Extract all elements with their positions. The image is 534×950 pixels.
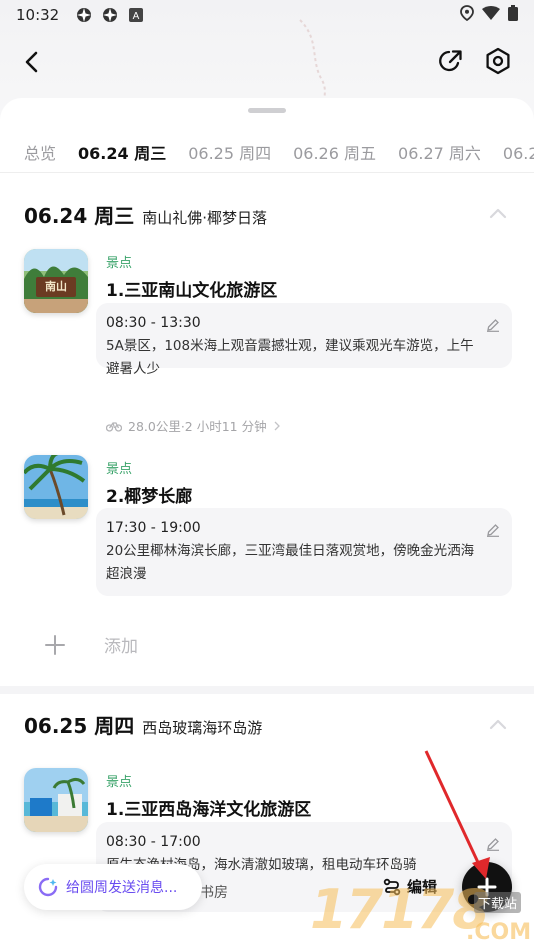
day-header: 06.25 周四 西岛玻璃海环岛游	[24, 710, 262, 740]
pencil-icon[interactable]	[486, 317, 500, 332]
pencil-icon[interactable]	[486, 836, 500, 851]
day-header: 06.24 周三 南山礼佛·椰梦日落	[24, 200, 267, 230]
poi-thumbnail[interactable]: 南山	[24, 249, 88, 313]
poi-time: 08:30 - 17:00	[106, 834, 201, 850]
poi-title[interactable]: 1.三亚南山文化旅游区	[106, 276, 277, 301]
day-theme: 西岛玻璃海环岛游	[142, 719, 263, 737]
day-date: 06.24 周三	[24, 204, 135, 228]
tab-overview[interactable]: 总览	[24, 140, 56, 172]
tab-day-0627[interactable]: 06.27 周六	[398, 140, 481, 172]
edit-button-label: 编辑	[407, 878, 438, 896]
route-text: 28.0公里·2 小时11 分钟	[128, 419, 267, 434]
tab-day-0625[interactable]: 06.25 周四	[188, 140, 271, 172]
obscured-text-fragment: 书房	[200, 885, 228, 901]
route-edit-icon	[383, 878, 401, 895]
share-out-icon	[439, 50, 462, 72]
status-time: 10:32	[16, 6, 60, 24]
poi-description: 20公里椰林海滨长廊，三亚湾最佳日落观赏地，傍晚金光洒海超浪漫	[106, 543, 475, 582]
pinwheel-icon	[75, 6, 93, 24]
poi-time: 08:30 - 13:30	[106, 315, 201, 331]
poi-detail-card[interactable]: 08:30 - 13:30 5A景区，108米海上观音震撼壮观，建议乘观光车游览…	[96, 303, 512, 377]
pencil-icon[interactable]	[486, 522, 500, 537]
add-item-label: 添加	[104, 637, 138, 657]
back-button[interactable]	[18, 48, 46, 76]
watermark-suffix: .COM	[466, 920, 532, 945]
wifi-icon	[482, 6, 500, 24]
svg-text:A: A	[133, 11, 140, 22]
thumb-sign-text: 南山	[45, 280, 67, 293]
header	[0, 40, 534, 84]
tabs-divider	[0, 172, 534, 173]
edit-button[interactable]: 编辑	[383, 876, 437, 897]
poi-thumbnail[interactable]	[24, 455, 88, 519]
day-date: 06.25 周四	[24, 714, 135, 738]
share-button[interactable]	[436, 46, 466, 76]
watermark-tag: 下载站	[474, 892, 522, 913]
poi-kind-label: 景点	[106, 775, 133, 790]
chat-placeholder: 给圆周发送消息...	[66, 880, 178, 896]
section-divider	[0, 686, 534, 694]
poi-kind-label: 景点	[106, 462, 133, 477]
poi-title[interactable]: 1.三亚西岛海洋文化旅游区	[106, 795, 311, 820]
settings-icon	[486, 47, 510, 75]
bike-icon	[106, 421, 122, 432]
tab-day-0626[interactable]: 06.26 周五	[293, 140, 376, 172]
chevron-right-icon	[274, 421, 280, 430]
plus-icon	[45, 634, 65, 655]
pinwheel-icon	[101, 6, 119, 24]
chevron-left-icon	[25, 51, 38, 73]
chevron-up-icon	[489, 719, 507, 730]
poi-description: 5A景区，108米海上观音震撼壮观，建议乘观光车游览，上午避暑人少	[106, 338, 474, 377]
status-bar: 10:32 A	[0, 0, 534, 30]
day-tabs: 总览 06.24 周三 06.25 周四 06.26 周五 06.27 周六 0…	[0, 140, 534, 172]
collapse-button[interactable]	[486, 202, 510, 226]
poi-time: 17:30 - 19:00	[106, 520, 201, 536]
assistant-spark-icon	[38, 877, 58, 897]
collapse-button[interactable]	[486, 713, 510, 737]
chat-input-pill[interactable]: 给圆周发送消息...	[24, 864, 202, 910]
poi-kind-label: 景点	[106, 256, 133, 271]
chevron-up-icon	[489, 208, 507, 219]
poi-detail-card[interactable]: 17:30 - 19:00 20公里椰林海滨长廊，三亚湾最佳日落观赏地，傍晚金光…	[96, 508, 512, 596]
poi-thumbnail[interactable]	[24, 768, 88, 832]
settings-button[interactable]	[483, 46, 513, 76]
route-info[interactable]: 28.0公里·2 小时11 分钟	[106, 416, 281, 435]
status-right-icons	[460, 5, 518, 25]
sheet-grab-handle[interactable]	[248, 108, 286, 113]
a-box-icon: A	[127, 6, 145, 24]
west-island-photo	[24, 768, 88, 832]
tab-day-0628[interactable]: 06.28 周	[503, 140, 534, 172]
add-item-row[interactable]: 添加	[44, 632, 138, 657]
day-theme: 南山礼佛·椰梦日落	[142, 209, 268, 227]
tab-day-0624[interactable]: 06.24 周三	[78, 140, 166, 172]
battery-icon	[508, 5, 518, 25]
coconut-beach-photo	[24, 455, 88, 519]
poi-title[interactable]: 2.椰梦长廊	[106, 482, 192, 507]
location-icon	[460, 5, 474, 25]
